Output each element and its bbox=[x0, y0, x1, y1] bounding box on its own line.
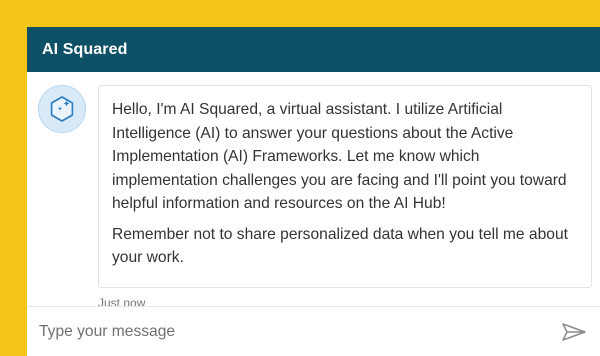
bot-message-bubble: Hello, I'm AI Squared, a virtual assista… bbox=[98, 85, 592, 288]
chat-header: AI Squared bbox=[27, 27, 600, 72]
chat-title: AI Squared bbox=[42, 40, 128, 58]
send-button[interactable] bbox=[552, 307, 596, 356]
bot-avatar bbox=[38, 85, 86, 133]
message-timestamp: Just now bbox=[98, 296, 146, 306]
message-paragraph-intro: Hello, I'm AI Squared, a virtual assista… bbox=[112, 101, 567, 212]
message-paragraph-privacy: Remember not to share personalized data … bbox=[112, 225, 568, 267]
message-list[interactable]: Hello, I'm AI Squared, a virtual assista… bbox=[27, 72, 600, 306]
message-composer bbox=[27, 306, 600, 356]
chat-widget: AI Squared Hello, I'm AI Squared, a virt… bbox=[27, 27, 600, 356]
send-arrow-icon bbox=[562, 322, 586, 341]
hexagon-sparkle-icon bbox=[50, 96, 74, 122]
message-input[interactable] bbox=[27, 307, 552, 356]
